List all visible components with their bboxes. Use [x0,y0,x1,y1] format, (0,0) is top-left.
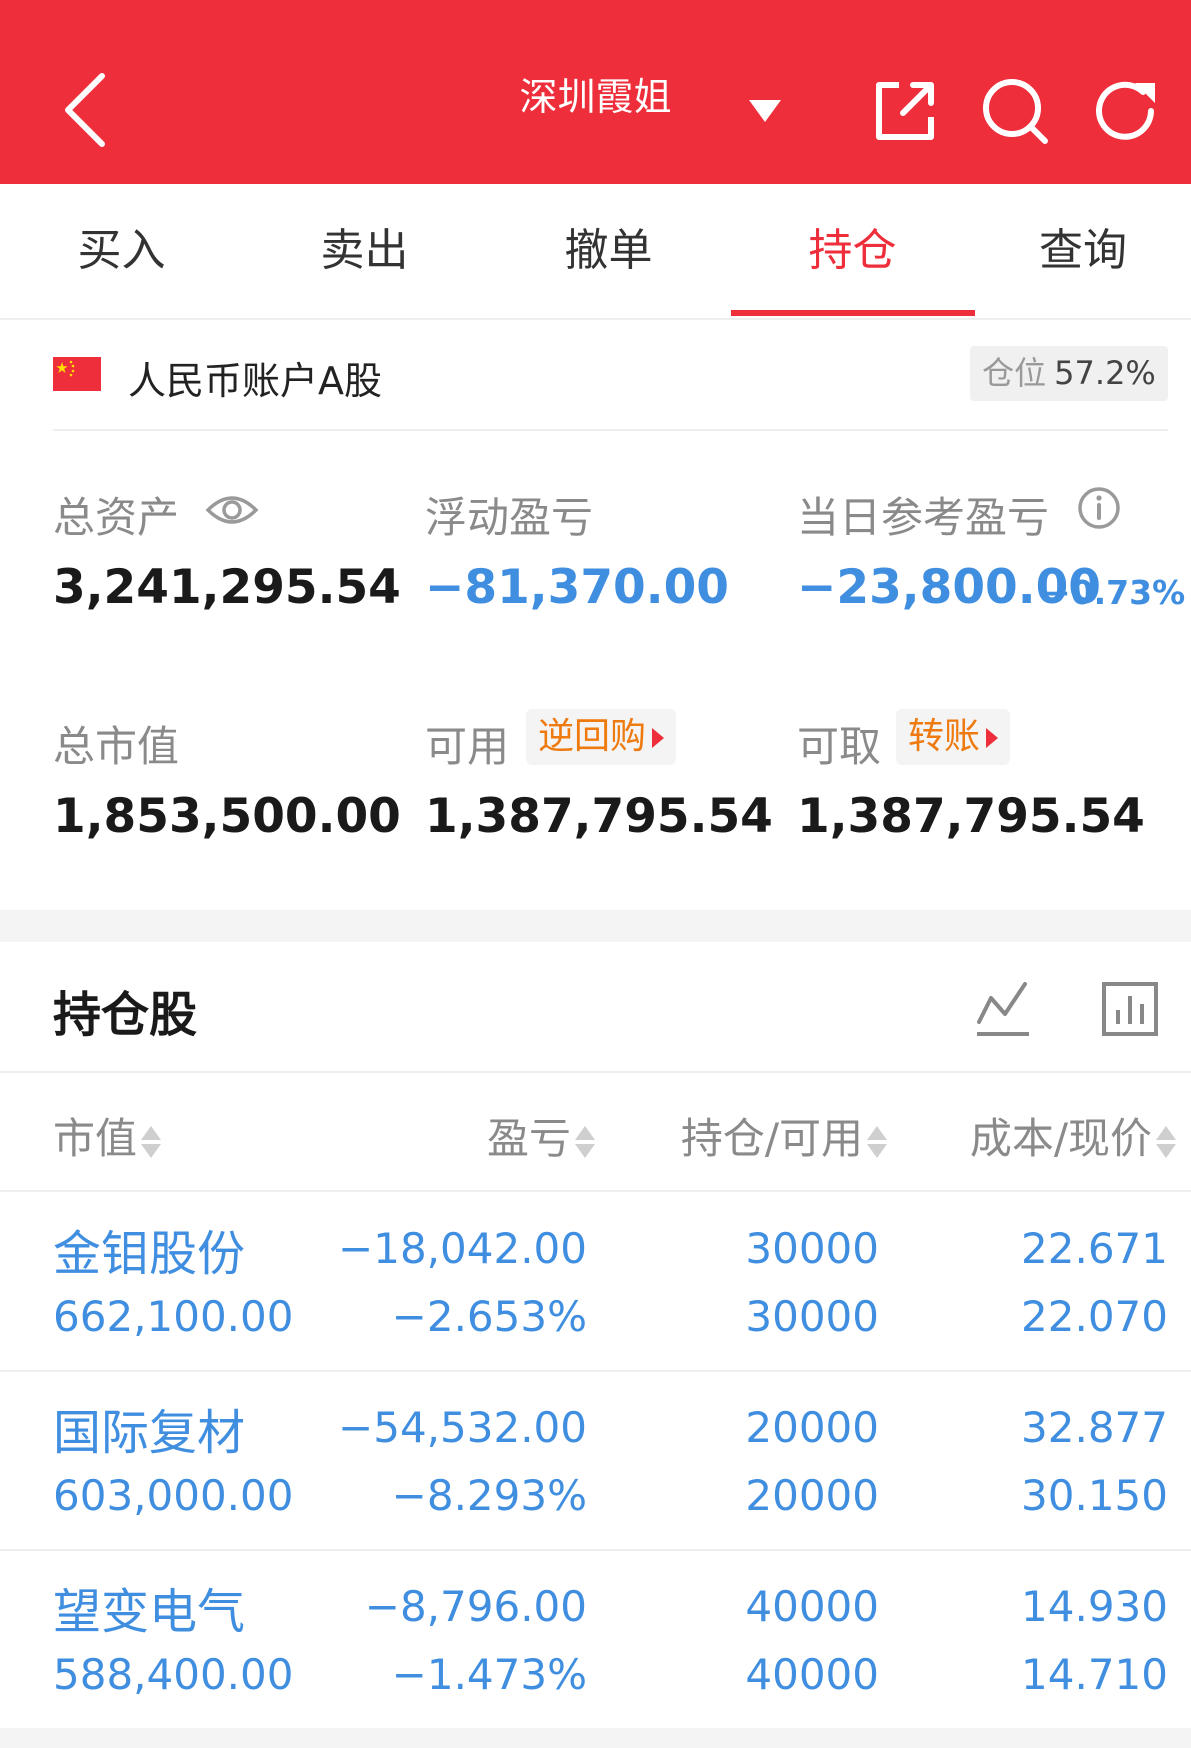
holdings-title: 持仓股 [53,987,198,1043]
account-name: 人民币账户A股 [128,359,382,403]
stock-pl-percent: −8.293% [391,1471,587,1520]
bar-chart-icon[interactable] [1100,980,1160,1038]
arrow-right-icon [652,728,665,748]
table-row[interactable]: 国际复材 603,000.00 −54,532.00 −8.293% 20000… [0,1371,1191,1551]
col-header-pl[interactable]: 盈亏 [487,1105,595,1166]
stock-market-value: 603,000.00 [53,1471,294,1520]
col-header-label: 持仓/可用 [680,1114,863,1163]
refresh-icon[interactable] [1089,75,1161,147]
daily-pl-percent: −0.73% [1043,573,1186,612]
available-funds-label: 可用 [425,722,510,771]
stock-pl: −8,796.00 [364,1582,587,1631]
stock-available: 20000 [745,1471,879,1520]
stock-cost: 22.671 [1021,1224,1168,1273]
position-ratio-badge: 仓位 57.2% [970,346,1168,401]
stock-cost: 14.930 [1021,1582,1168,1631]
market-value-label: 总市值 [53,722,180,771]
sort-icon [141,1123,162,1161]
table-row[interactable]: 望变电气 588,400.00 −8,796.00 −1.473% 40000 … [0,1550,1191,1730]
china-flag-icon [53,357,101,391]
reverse-repo-button-label: 逆回购 [538,716,647,757]
section-separator [0,910,1191,942]
tab-sell[interactable]: 卖出 [243,184,486,318]
tab-query[interactable]: 查询 [975,184,1191,318]
total-assets-label: 总资产 [53,493,180,542]
eye-icon[interactable] [205,490,259,530]
dropdown-caret-icon[interactable] [745,92,785,132]
total-assets-value: 3,241,295.54 [53,560,401,615]
withdrawable-label: 可取 [797,722,882,771]
active-tab-indicator [731,310,975,316]
stock-pl: −54,532.00 [338,1403,587,1452]
tab-positions[interactable]: 持仓 [731,184,974,318]
stock-price: 30.150 [1021,1471,1168,1520]
stock-market-value: 662,100.00 [53,1292,294,1341]
stock-name: 望变电气 [53,1584,246,1640]
table-row[interactable]: 金钼股份 662,100.00 −18,042.00 −2.653% 30000… [0,1192,1191,1372]
col-header-cost-price[interactable]: 成本/现价 [970,1105,1176,1166]
daily-pl-label: 当日参考盈亏 [797,493,1050,542]
divider [53,429,1168,431]
sort-icon [575,1123,595,1161]
reverse-repo-button[interactable]: 逆回购 [526,709,677,765]
info-icon[interactable] [1076,485,1122,531]
transfer-button[interactable]: 转账 [896,709,1011,765]
col-header-label: 盈亏 [486,1114,571,1163]
top-bar: 深圳霞姐 [0,0,1191,184]
tab-buy[interactable]: 买入 [0,184,243,318]
stock-position: 20000 [745,1403,879,1452]
sort-icon [1156,1123,1176,1161]
available-funds-value: 1,387,795.54 [425,789,773,844]
stock-pl-percent: −2.653% [391,1292,587,1341]
divider [0,1071,1191,1073]
col-header-label: 市值 [53,1114,138,1163]
search-icon[interactable] [979,75,1051,147]
position-ratio-value: 57.2% [1054,354,1156,392]
stock-price: 14.710 [1021,1650,1168,1699]
stock-pl: −18,042.00 [338,1224,587,1273]
col-header-label: 成本/现价 [969,1114,1152,1163]
stock-cost: 32.877 [1021,1403,1168,1452]
bottom-separator [0,1728,1191,1748]
floating-pl-value: −81,370.00 [425,560,730,615]
trade-tabs: 买入 卖出 撤单 持仓 查询 [0,184,1191,320]
stock-market-value: 588,400.00 [53,1650,294,1699]
stock-available: 40000 [745,1650,879,1699]
transfer-button-label: 转账 [908,716,981,757]
stock-position: 40000 [745,1582,879,1631]
stock-name: 金钼股份 [53,1226,246,1282]
stock-price: 22.070 [1021,1292,1168,1341]
withdrawable-value: 1,387,795.54 [797,789,1145,844]
stock-name: 国际复材 [53,1405,246,1461]
stock-available: 30000 [745,1292,879,1341]
arrow-right-icon [986,728,999,748]
tab-cancel-order[interactable]: 撤单 [487,184,730,318]
col-header-position[interactable]: 持仓/可用 [681,1105,887,1166]
sort-icon [867,1123,887,1161]
line-chart-icon[interactable] [973,980,1033,1038]
share-icon[interactable] [869,75,941,147]
stock-pl-percent: −1.473% [391,1650,587,1699]
floating-pl-label: 浮动盈亏 [425,493,594,542]
stock-position: 30000 [745,1224,879,1273]
market-value-value: 1,853,500.00 [53,789,401,844]
position-ratio-label: 仓位 [982,354,1047,392]
col-header-market-value[interactable]: 市值 [53,1105,162,1166]
